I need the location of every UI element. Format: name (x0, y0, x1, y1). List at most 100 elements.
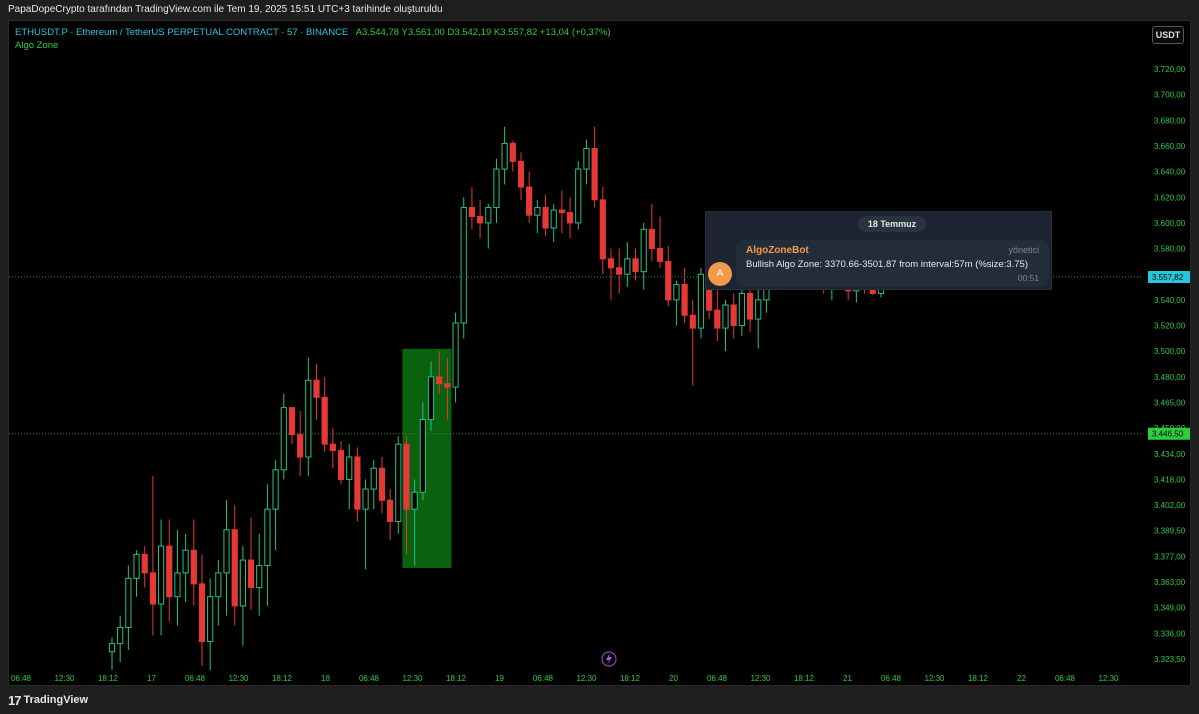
ohlc-values: A3.544,78 Y3.561,00 D3.542,19 K3.557,82 … (355, 27, 611, 38)
y-axis-tick-label: 3.480,00 (1154, 373, 1186, 382)
y-axis-tick-label: 3.377,00 (1154, 552, 1186, 561)
candle-body (632, 258, 639, 273)
lightning-bolt (606, 653, 612, 665)
candle-body (591, 148, 598, 201)
candle-body (166, 545, 173, 598)
tradingview-footer: 17 TradingView (8, 688, 88, 712)
candle-body (419, 419, 426, 493)
x-axis-tick-label: 18:12 (968, 674, 989, 683)
candle-body (411, 491, 418, 510)
candle-body (656, 248, 664, 262)
symbol-title: ETHUSDT.P · Ethereum / TetherUS PERPETUA… (15, 27, 349, 38)
y-axis-tick-label: 3.349,00 (1154, 604, 1186, 613)
candle-body (648, 228, 655, 250)
tradingview-logo-icon: 17 (8, 692, 22, 708)
candle-body (370, 467, 377, 490)
candle-body (665, 260, 672, 301)
telegram-message-panel: 18 Temmuz A AlgoZoneBot yönetici Bullish… (705, 211, 1052, 290)
candle-body (468, 207, 476, 218)
x-axis-tick-label: 06:48 (707, 674, 728, 683)
y-axis-tick-label: 3.640,00 (1154, 168, 1186, 177)
candle-body (427, 376, 435, 421)
price-chart[interactable]: 3.720,00 3.700,00 3.680,00 3.660,00 3.640,00… (9, 21, 1191, 686)
zone-price-label: 3.446,50 (1152, 430, 1184, 439)
y-axis-tick-label: 3.336,00 (1154, 629, 1186, 638)
candle-body (133, 553, 140, 579)
x-axis-tick-label: 18:12 (620, 674, 641, 683)
candle-body (681, 283, 688, 316)
algo-zone-box (402, 348, 452, 569)
y-axis-tick-label: 3.465,00 (1154, 398, 1186, 407)
y-axis-tick-label: 3.680,00 (1154, 116, 1186, 125)
candle-body (215, 572, 222, 598)
message-sender: AlgoZoneBot (746, 245, 809, 256)
candle-body (550, 209, 557, 229)
candle-body (755, 299, 762, 320)
x-axis-tick-label: 12:30 (576, 674, 597, 683)
candle-body (730, 304, 737, 327)
candle-body (395, 443, 402, 523)
y-axis-tick-label: 3.700,00 (1154, 91, 1186, 100)
candle-body (673, 283, 680, 301)
x-axis-tick-label: 22 (1017, 674, 1026, 683)
candle-body (297, 434, 304, 458)
last-price-label: 3.557,82 (1152, 273, 1184, 282)
candle-body (198, 583, 206, 643)
candle-body (714, 309, 721, 329)
candle-body (444, 383, 451, 388)
y-axis-tick-label: 3.520,00 (1154, 322, 1186, 331)
candle-body (337, 450, 345, 480)
message-date-badge: 18 Temmuz (858, 216, 926, 232)
candle-body (722, 304, 729, 329)
candle-body (738, 292, 745, 327)
candle-body (182, 549, 189, 574)
candle-body (108, 643, 116, 653)
x-axis-tick-label: 12:30 (228, 674, 249, 683)
candle-body (264, 508, 271, 567)
candle-body (624, 258, 631, 275)
x-axis-tick-label: 21 (843, 674, 852, 683)
candle-body (288, 407, 296, 436)
candle-body (526, 186, 533, 216)
x-axis-tick-label: 12:30 (1098, 674, 1119, 683)
x-axis-tick-label: 20 (669, 674, 678, 683)
candle-body (746, 292, 754, 320)
candle-body (149, 572, 157, 605)
x-axis-tick-label: 06:48 (881, 674, 902, 683)
candle-body (362, 488, 369, 510)
candle-body (387, 499, 394, 523)
chart-area[interactable]: 3.720,00 3.700,00 3.680,00 3.660,00 3.640,00… (8, 20, 1191, 686)
candle-body (280, 407, 287, 471)
candle-body (239, 559, 246, 607)
y-axis-tick-label: 3.418,00 (1154, 475, 1186, 484)
candle-body (174, 572, 181, 598)
currency-button[interactable]: USDT (1152, 26, 1184, 44)
x-axis-tick-label: 18:12 (98, 674, 119, 683)
y-axis-tick-label: 3.402,00 (1154, 501, 1186, 510)
tradingview-brand: TradingView (23, 694, 89, 706)
candle-body (542, 207, 549, 229)
candle-body (247, 559, 255, 589)
x-axis-tick-label: 18 (321, 674, 330, 683)
candle-body (566, 212, 574, 224)
candle-body (583, 148, 590, 170)
candle-body (313, 379, 320, 398)
candle-body (558, 209, 565, 214)
y-axis-tick-label: 3.389,50 (1154, 527, 1186, 536)
candle-body (346, 456, 353, 480)
x-axis-tick-label: 17 (147, 674, 156, 683)
message-time: 00:51 (1017, 273, 1039, 283)
x-axis-tick-label: 12:30 (924, 674, 945, 683)
candle-body (436, 376, 443, 385)
candle-body (452, 322, 459, 388)
candle-body (403, 443, 410, 510)
indicator-label[interactable]: Algo Zone (15, 40, 58, 51)
candle-body (125, 577, 132, 628)
candle-body (141, 553, 148, 574)
x-axis-tick-label: 12:30 (750, 674, 771, 683)
candle-body (460, 207, 467, 324)
bot-avatar: A (708, 262, 732, 286)
y-axis-tick-label: 3.434,00 (1154, 450, 1186, 459)
candle-body (305, 379, 312, 458)
x-axis-tick-label: 19 (495, 674, 504, 683)
